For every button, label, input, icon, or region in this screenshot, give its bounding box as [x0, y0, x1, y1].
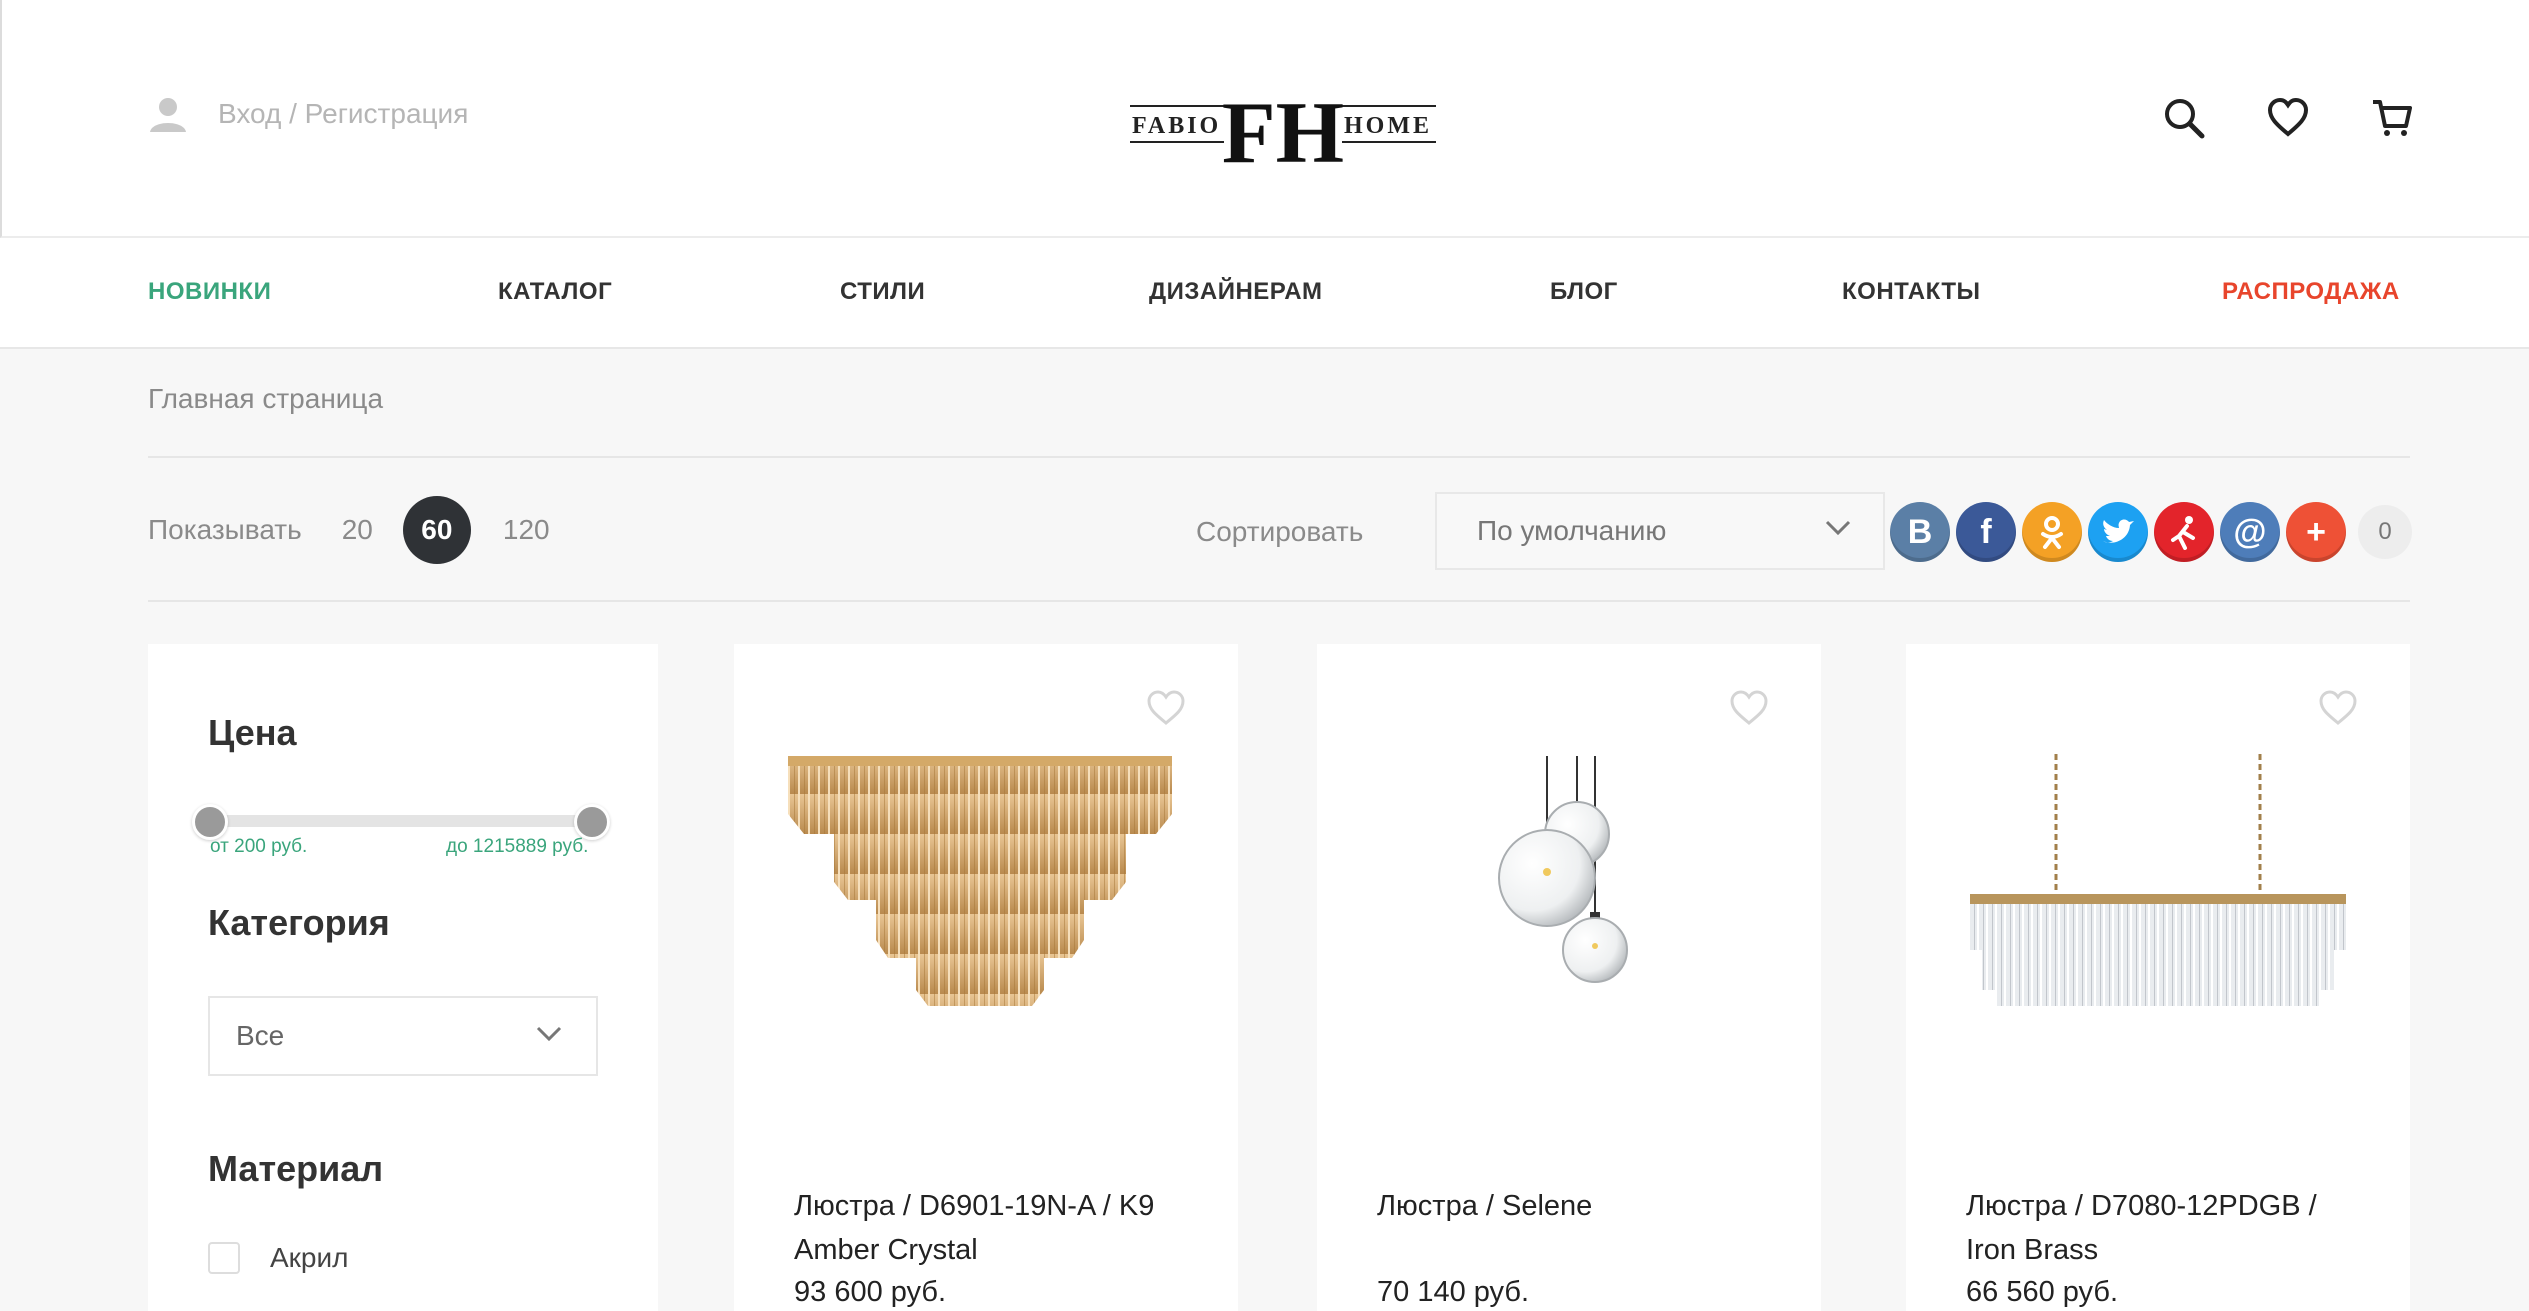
- site-header: Вход / Регистрация FABIO HOME FH: [0, 0, 2529, 238]
- chevron-down-icon: [1825, 520, 1851, 536]
- divider: [148, 456, 2410, 458]
- product-price: 93 600 руб.: [794, 1276, 947, 1308]
- show-option-120[interactable]: 120: [503, 514, 550, 546]
- page: { "header": { "login_label": "Вход / Рег…: [0, 0, 2529, 1311]
- share-count: 0: [2358, 505, 2412, 559]
- slider-track: [208, 815, 610, 827]
- category-filter-title: Категория: [208, 902, 390, 943]
- sort-select[interactable]: По умолчанию: [1435, 492, 1885, 570]
- product-image[interactable]: [1956, 754, 2360, 1054]
- share-buttons: В f @ + 0: [1890, 502, 2412, 562]
- nav-new[interactable]: НОВИНКИ: [148, 278, 271, 306]
- show-label: Показывать: [148, 514, 302, 545]
- material-label: Акрил: [270, 1242, 349, 1273]
- nav-contacts[interactable]: КОНТАКТЫ: [1842, 278, 1981, 306]
- slider-max-handle[interactable]: [574, 804, 610, 840]
- product-card[interactable]: Люстра / D7080-12PDGB / Iron Brass 66 56…: [1906, 644, 2410, 1311]
- sort-value: По умолчанию: [1477, 515, 1667, 546]
- heart-icon[interactable]: [1146, 690, 1186, 726]
- price-to: до 1215889 руб.: [446, 836, 589, 857]
- more-icon[interactable]: +: [2286, 502, 2346, 562]
- category-value: Все: [236, 1020, 285, 1051]
- chevron-down-icon: [536, 1026, 562, 1042]
- divider: [148, 600, 2410, 602]
- price-from: от 200 руб.: [210, 836, 308, 857]
- nav-catalog[interactable]: КАТАЛОГ: [498, 278, 612, 306]
- wishlist-heart-icon[interactable]: [2266, 96, 2310, 140]
- filters-panel: Цена от 200 руб. до 1215889 руб. Категор…: [148, 644, 658, 1311]
- show-option-20[interactable]: 20: [342, 514, 373, 546]
- nav-designers[interactable]: ДИЗАЙНЕРАМ: [1149, 278, 1323, 306]
- heart-icon[interactable]: [1729, 690, 1769, 726]
- product-name[interactable]: Люстра / Selene: [1377, 1184, 1777, 1228]
- logo-icon: FABIO HOME FH: [1130, 85, 1436, 182]
- search-icon[interactable]: [2162, 96, 2206, 140]
- nav-blog[interactable]: БЛОГ: [1550, 278, 1618, 306]
- facebook-icon[interactable]: f: [1956, 502, 2016, 562]
- odnoklassniki-icon[interactable]: [2022, 502, 2082, 562]
- sort-label: Сортировать: [1196, 516, 1364, 547]
- moimir-icon[interactable]: [2154, 502, 2214, 562]
- product-name[interactable]: Люстра / D7080-12PDGB / Iron Brass: [1966, 1184, 2366, 1272]
- login-link[interactable]: Вход / Регистрация: [148, 94, 468, 134]
- material-checkbox[interactable]: [208, 1242, 240, 1274]
- product-image[interactable]: [1367, 754, 1771, 1054]
- svg-text:FABIO: FABIO: [1132, 113, 1221, 139]
- product-card[interactable]: Люстра / D6901-19N-A / K9 Amber Crystal …: [734, 644, 1238, 1311]
- vk-icon[interactable]: В: [1890, 502, 1950, 562]
- login-label: Вход / Регистрация: [218, 98, 469, 129]
- product-price: 70 140 руб.: [1377, 1276, 1530, 1308]
- product-name[interactable]: Люстра / D6901-19N-A / K9 Amber Crystal: [794, 1184, 1194, 1272]
- category-select[interactable]: Все: [208, 996, 598, 1076]
- mailru-icon[interactable]: @: [2220, 502, 2280, 562]
- svg-text:FH: FH: [1222, 85, 1344, 168]
- product-card[interactable]: Люстра / Selene 70 140 руб.: [1317, 644, 1821, 1311]
- twitter-icon[interactable]: [2088, 502, 2148, 562]
- page-size-selector: Показывать 20 60 120: [148, 496, 582, 564]
- price-filter-title: Цена: [208, 712, 297, 753]
- material-filter-title: Материал: [208, 1148, 384, 1189]
- breadcrumb[interactable]: Главная страница: [148, 383, 383, 415]
- show-option-60[interactable]: 60: [402, 496, 471, 564]
- product-price: 66 560 руб.: [1966, 1276, 2119, 1308]
- nav-styles[interactable]: СТИЛИ: [840, 278, 925, 306]
- svg-text:HOME: HOME: [1344, 113, 1432, 139]
- material-option[interactable]: Акрил: [208, 1242, 348, 1274]
- price-range-slider[interactable]: [192, 804, 610, 840]
- nav-sale[interactable]: РАСПРОДАЖА: [2222, 278, 2400, 306]
- product-image[interactable]: [784, 754, 1188, 1054]
- slider-min-handle[interactable]: [192, 804, 228, 840]
- main-nav: НОВИНКИ КАТАЛОГ СТИЛИ ДИЗАЙНЕРАМ БЛОГ КО…: [0, 238, 2529, 349]
- user-icon: [150, 98, 186, 132]
- logo[interactable]: FABIO HOME FH: [1130, 84, 1436, 182]
- cart-icon[interactable]: [2370, 96, 2414, 140]
- heart-icon[interactable]: [2318, 690, 2358, 726]
